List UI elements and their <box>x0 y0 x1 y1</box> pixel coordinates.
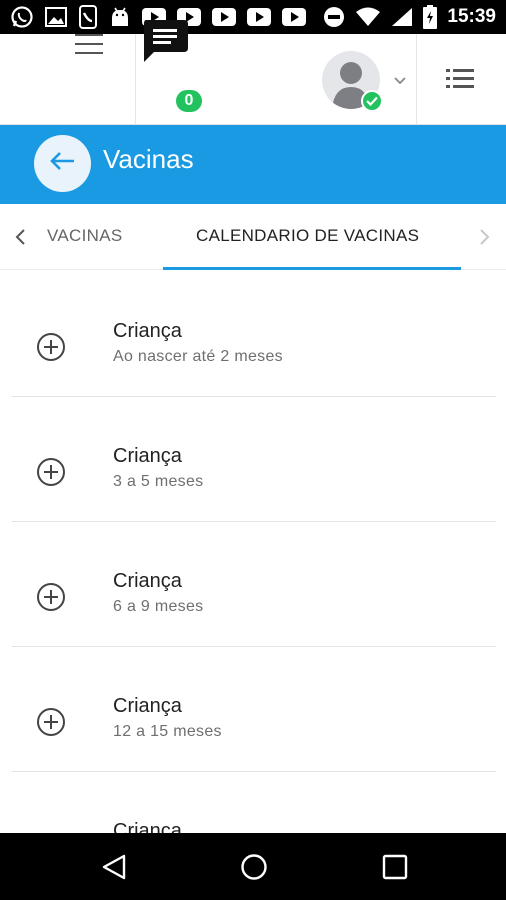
chat-icon[interactable] <box>140 18 200 80</box>
home-circle-icon[interactable] <box>239 852 269 882</box>
title-bar: Vacinas <box>0 125 506 204</box>
header-divider <box>416 34 417 125</box>
list-item[interactable]: Criança 3 a 5 meses <box>0 397 506 522</box>
youtube-icon <box>282 8 306 26</box>
hamburger-icon[interactable] <box>75 34 103 56</box>
tab-vacinas[interactable]: VACINAS <box>47 226 122 246</box>
check-circle-icon <box>361 90 383 112</box>
tab-bar: VACINAS CALENDARIO DE VACINAS <box>0 204 506 270</box>
chevron-down-icon[interactable] <box>393 73 407 85</box>
status-time: 15:39 <box>447 6 496 27</box>
plus-circle-icon <box>36 332 66 362</box>
youtube-icon <box>212 8 236 26</box>
list-item-subtitle: Ao nascer até 2 meses <box>113 348 283 365</box>
list-icon[interactable] <box>446 67 476 93</box>
whatsapp-icon <box>10 5 34 29</box>
back-button[interactable] <box>34 135 91 192</box>
youtube-icon <box>247 8 271 26</box>
list-item[interactable]: Criança Ao nascer até 2 meses <box>0 270 506 395</box>
call-forward-icon <box>78 5 98 29</box>
android-icon <box>109 6 131 28</box>
recents-square-icon[interactable] <box>380 852 410 882</box>
list-item[interactable]: Criança <box>0 772 506 833</box>
system-nav-bar <box>0 833 506 900</box>
tab-calendario-de-vacinas[interactable]: CALENDARIO DE VACINAS <box>196 226 419 246</box>
list-item-title: Criança <box>113 320 182 342</box>
wifi-icon <box>355 7 381 27</box>
header-divider <box>135 34 136 125</box>
plus-circle-icon <box>36 707 66 737</box>
vaccine-calendar-list: Criança Ao nascer até 2 meses Criança 3 … <box>0 270 506 833</box>
list-item-title: Criança <box>113 570 182 592</box>
list-item-subtitle: 6 a 9 meses <box>113 598 204 615</box>
page-title: Vacinas <box>103 144 194 174</box>
image-icon <box>45 7 67 27</box>
list-item-title: Criança <box>113 445 182 467</box>
list-item[interactable]: Criança 12 a 15 meses <box>0 647 506 772</box>
back-triangle-icon[interactable] <box>100 852 130 882</box>
chevron-right-icon[interactable] <box>477 228 491 246</box>
signal-icon <box>391 7 413 27</box>
system-icons: 15:39 <box>323 5 496 29</box>
list-item-subtitle: 12 a 15 meses <box>113 723 222 740</box>
list-item-title: Criança <box>113 820 182 833</box>
chat-count-badge: 0 <box>174 88 204 114</box>
arrow-left-icon <box>49 151 76 176</box>
list-item-subtitle: 3 a 5 meses <box>113 473 204 490</box>
plus-circle-icon <box>36 457 66 487</box>
battery-charging-icon <box>423 5 438 29</box>
list-item[interactable]: Criança 6 a 9 meses <box>0 522 506 647</box>
chevron-left-icon[interactable] <box>14 228 28 246</box>
plus-circle-icon <box>36 582 66 612</box>
do-not-disturb-icon <box>323 6 345 28</box>
status-bar: 15:39 <box>0 0 506 34</box>
list-item-title: Criança <box>113 695 182 717</box>
